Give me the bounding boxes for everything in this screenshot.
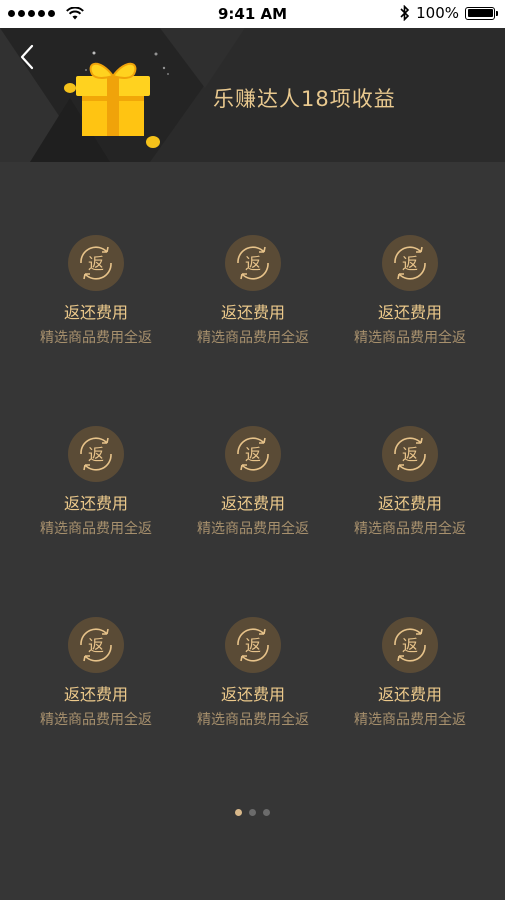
header: 乐赚达人18项收益 <box>0 28 505 162</box>
refund-icon: 返 <box>382 426 438 482</box>
refund-icon: 返 <box>225 426 281 482</box>
benefit-description: 精选商品费用全返 <box>40 330 152 346</box>
benefit-item[interactable]: 返返还费用精选商品费用全返 <box>16 617 176 729</box>
refund-glyph: 返 <box>402 445 418 464</box>
benefit-item[interactable]: 返返还费用精选商品费用全返 <box>330 617 490 729</box>
benefit-item[interactable]: 返返还费用精选商品费用全返 <box>16 426 176 538</box>
refund-icon: 返 <box>382 235 438 291</box>
chevron-left-icon <box>20 44 34 70</box>
page-dot[interactable] <box>263 809 270 816</box>
benefit-item[interactable]: 返返还费用精选商品费用全返 <box>173 235 333 347</box>
benefit-title: 返还费用 <box>63 494 128 513</box>
benefit-title: 返还费用 <box>377 685 442 704</box>
benefit-description: 精选商品费用全返 <box>354 330 466 346</box>
battery-icon <box>465 6 498 20</box>
refund-glyph: 返 <box>88 636 104 655</box>
refund-glyph: 返 <box>88 254 104 273</box>
benefit-description: 精选商品费用全返 <box>354 521 466 537</box>
status-bar: 9:41 AM 100% <box>0 0 505 28</box>
page-dot[interactable] <box>235 809 242 816</box>
refund-glyph: 返 <box>245 636 261 655</box>
benefit-description: 精选商品费用全返 <box>40 521 152 537</box>
battery-percent: 100% <box>416 4 459 22</box>
bluetooth-icon <box>400 5 410 21</box>
refund-icon: 返 <box>68 617 124 673</box>
benefit-description: 精选商品费用全返 <box>40 712 152 728</box>
refund-icon: 返 <box>68 426 124 482</box>
benefit-description: 精选商品费用全返 <box>354 712 466 728</box>
benefit-title: 返还费用 <box>377 303 442 322</box>
refund-glyph: 返 <box>245 445 261 464</box>
benefit-title: 返还费用 <box>377 494 442 513</box>
benefit-item[interactable]: 返返还费用精选商品费用全返 <box>16 235 176 347</box>
refund-glyph: 返 <box>402 636 418 655</box>
status-right: 100% <box>400 4 498 22</box>
page-indicator <box>0 809 505 816</box>
refund-icon: 返 <box>225 617 281 673</box>
gift-icon <box>64 51 169 148</box>
refund-icon: 返 <box>225 235 281 291</box>
benefits-grid: 返返还费用 精选商品费用全返返返还费用 精选商品费用全返返返还费用 精选商品费用全返返… <box>0 162 505 762</box>
benefit-item[interactable]: 返返还费用精选商品费用全返 <box>173 426 333 538</box>
benefit-item[interactable]: 返返还费用精选商品费用全返 <box>330 426 490 538</box>
page-title: 乐赚达人18项收益 <box>213 87 396 111</box>
benefit-title: 返还费用 <box>220 303 285 322</box>
refund-icon: 返 <box>68 235 124 291</box>
benefit-description: 精选商品费用全返 <box>197 330 309 346</box>
benefit-title: 返还费用 <box>63 685 128 704</box>
benefit-description: 精选商品费用全返 <box>197 521 309 537</box>
refund-glyph: 返 <box>245 254 261 273</box>
page-dot[interactable] <box>249 809 256 816</box>
refund-glyph: 返 <box>402 254 418 273</box>
benefit-title: 返还费用 <box>220 494 285 513</box>
benefit-item[interactable]: 返返还费用精选商品费用全返 <box>173 617 333 729</box>
back-button[interactable] <box>14 42 42 72</box>
benefit-title: 返还费用 <box>63 303 128 322</box>
refund-icon: 返 <box>382 617 438 673</box>
benefit-item[interactable]: 返返还费用精选商品费用全返 <box>330 235 490 347</box>
refund-glyph: 返 <box>88 445 104 464</box>
benefit-description: 精选商品费用全返 <box>197 712 309 728</box>
benefit-title: 返还费用 <box>220 685 285 704</box>
